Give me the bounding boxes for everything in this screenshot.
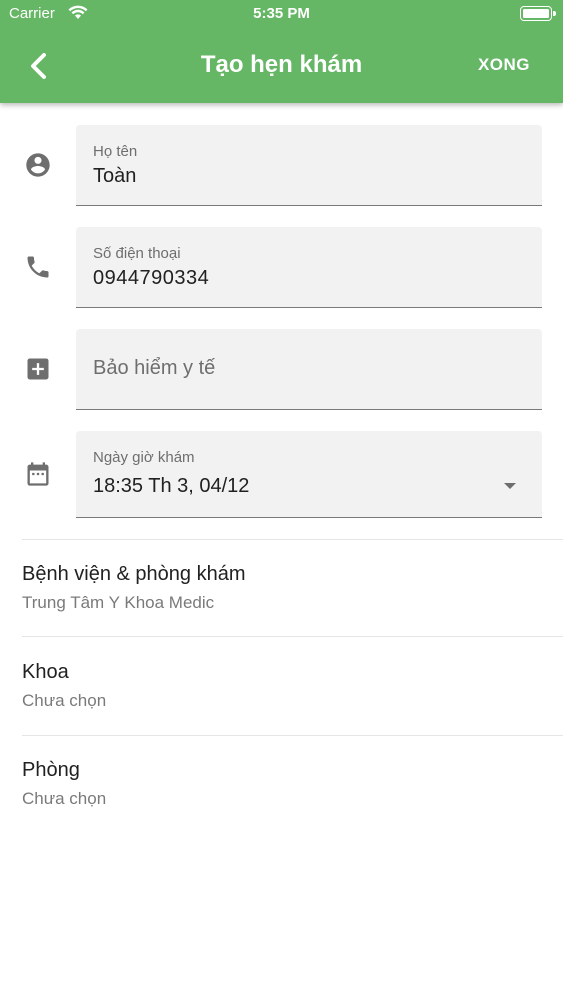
list-item-title: Phòng bbox=[22, 759, 80, 781]
calendar-icon bbox=[24, 460, 52, 488]
list-item-subtitle: Chưa chọn bbox=[22, 789, 107, 808]
list-item-title: Bệnh viện & phòng khám bbox=[22, 563, 246, 585]
done-button[interactable]: XONG bbox=[478, 55, 530, 75]
phone-field-row: Số điện thoại 0944790334 bbox=[0, 227, 563, 309]
datetime-value: 18:35 Th 3, 04/12 bbox=[93, 475, 250, 497]
battery-icon bbox=[520, 6, 556, 21]
app-bar: Carrier 5:35 PM Tạo hẹn khám XONG bbox=[0, 0, 563, 103]
name-field-row: Họ tên Toàn bbox=[0, 125, 563, 207]
insurance-placeholder: Bảo hiểm y tế bbox=[93, 357, 216, 379]
divider bbox=[22, 735, 563, 736]
phone-icon bbox=[24, 253, 52, 281]
name-label: Họ tên bbox=[93, 143, 138, 160]
status-bar: Carrier 5:35 PM bbox=[0, 0, 563, 30]
list-item-subtitle: Trung Tâm Y Khoa Medic bbox=[22, 593, 215, 612]
list-item-subtitle: Chưa chọn bbox=[22, 691, 107, 710]
name-value: Toàn bbox=[93, 165, 137, 187]
name-input[interactable]: Họ tên Toàn bbox=[76, 125, 542, 206]
insurance-input[interactable]: Bảo hiểm y tế bbox=[76, 329, 542, 410]
datetime-dropdown[interactable]: Ngày giờ khám 18:35 Th 3, 04/12 bbox=[76, 431, 542, 518]
list-item-department[interactable]: Khoa Chưa chọn bbox=[0, 661, 563, 757]
insurance-field-row: Bảo hiểm y tế bbox=[0, 329, 563, 411]
list-item-title: Khoa bbox=[22, 661, 69, 683]
medical-cross-icon bbox=[24, 355, 52, 383]
phone-value: 0944790334 bbox=[93, 267, 210, 289]
datetime-label: Ngày giờ khám bbox=[93, 449, 195, 466]
person-icon bbox=[24, 151, 52, 179]
phone-input[interactable]: Số điện thoại 0944790334 bbox=[76, 227, 542, 308]
divider bbox=[22, 636, 563, 637]
list-item-hospital[interactable]: Bệnh viện & phòng khám Trung Tâm Y Khoa … bbox=[0, 563, 563, 659]
status-time: 5:35 PM bbox=[253, 5, 310, 22]
dropdown-arrow-icon bbox=[504, 483, 516, 489]
divider bbox=[22, 539, 563, 540]
phone-label: Số điện thoại bbox=[93, 245, 181, 262]
datetime-field-row: Ngày giờ khám 18:35 Th 3, 04/12 bbox=[0, 431, 563, 519]
list-item-room[interactable]: Phòng Chưa chọn bbox=[0, 759, 563, 855]
